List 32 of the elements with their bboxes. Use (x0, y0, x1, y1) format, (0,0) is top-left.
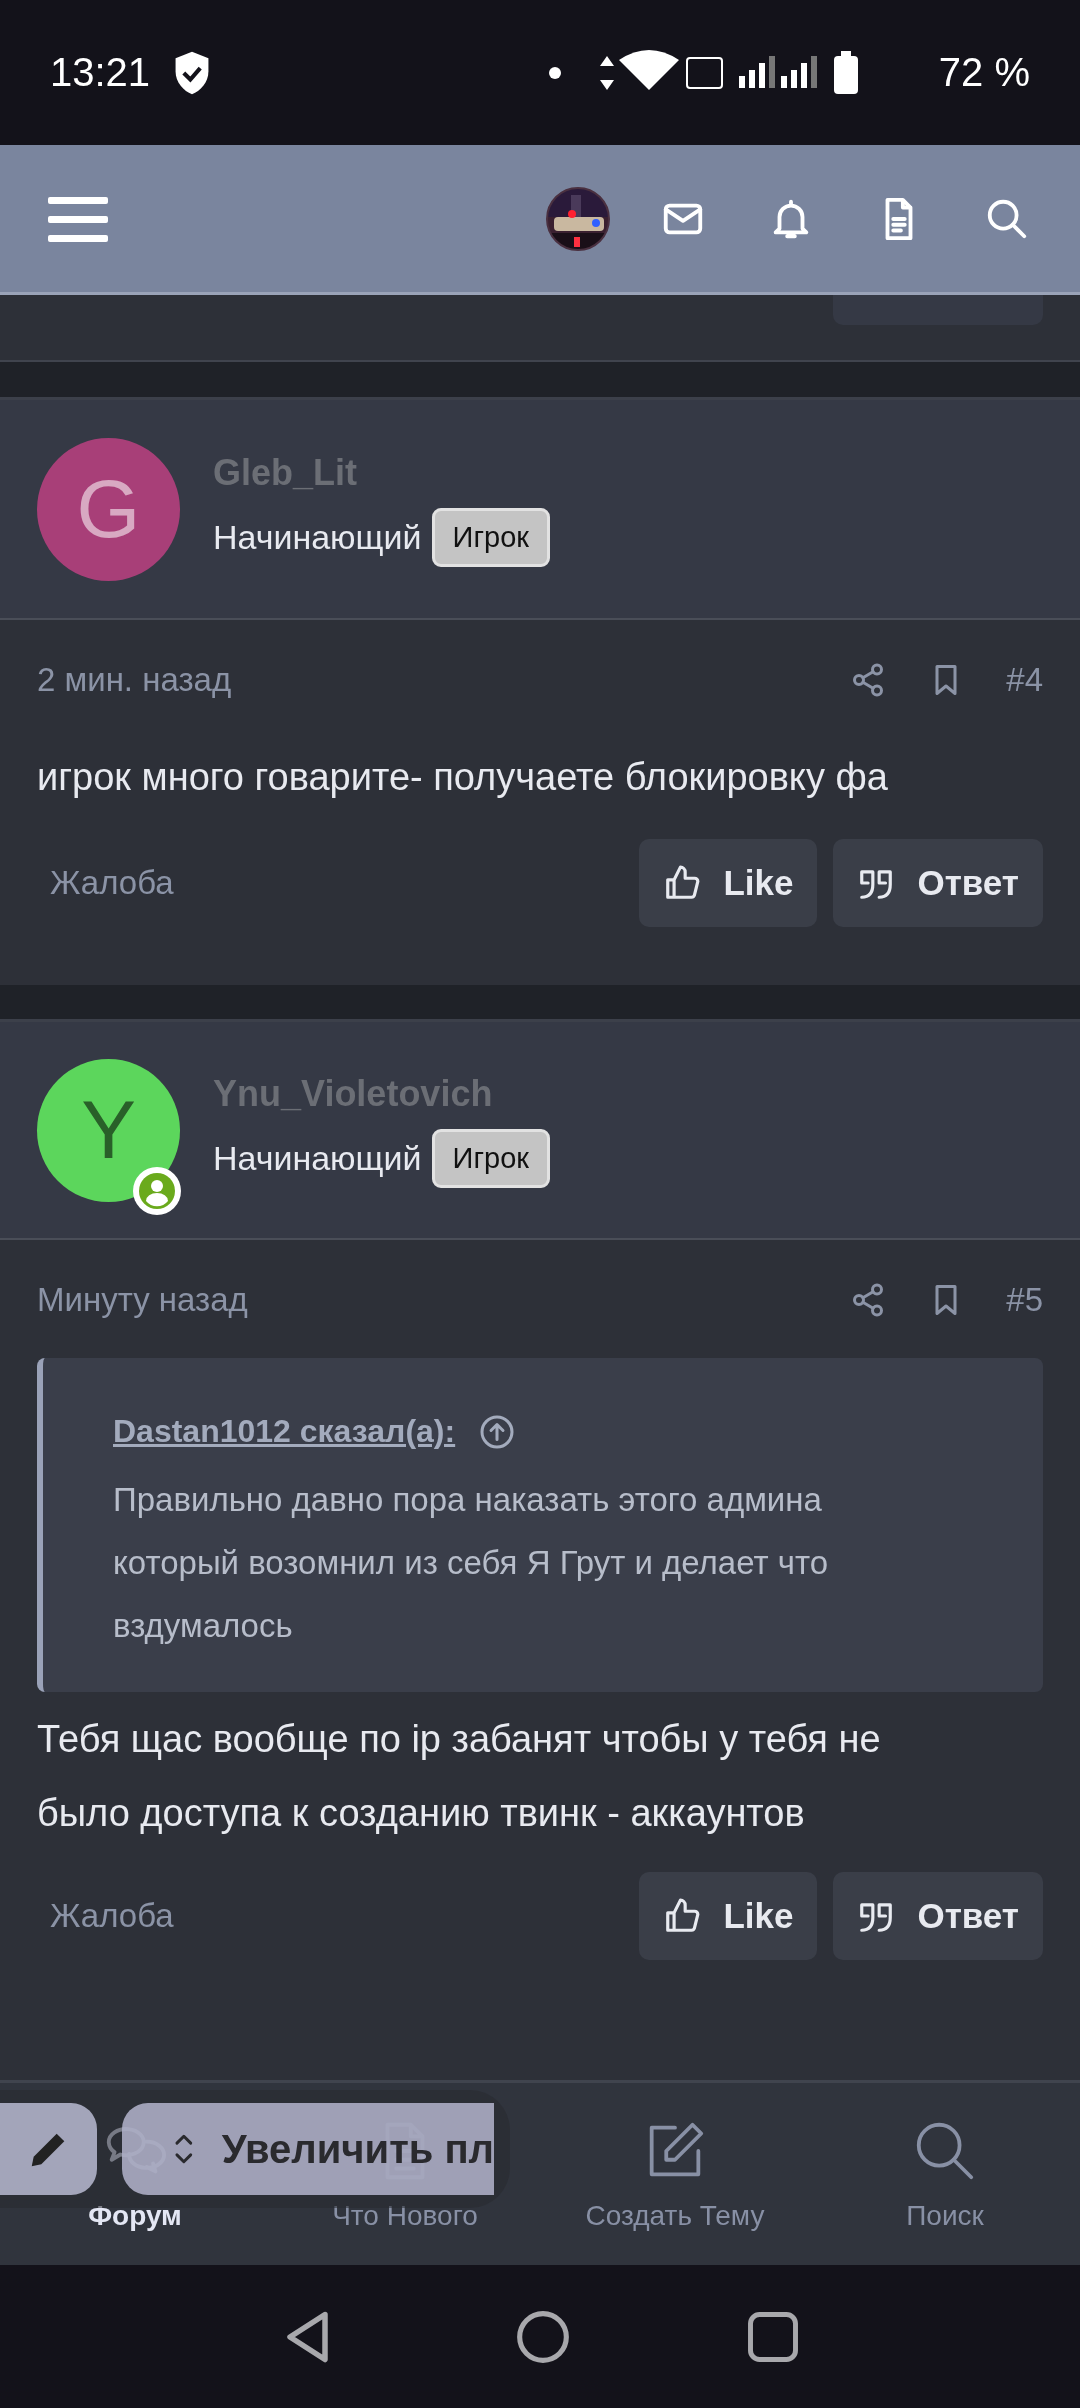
zoom-label: Увеличить пл (221, 2126, 494, 2172)
arrow-up-circle-icon[interactable] (479, 1413, 516, 1450)
reply-button[interactable]: Ответ (833, 839, 1043, 927)
thumbs-up-icon (663, 1897, 702, 1935)
pencil-button[interactable] (0, 2103, 97, 2195)
battery-percentage: 72 % (938, 50, 1030, 95)
reply-button[interactable]: Ответ (833, 1872, 1043, 1960)
user-avatar[interactable]: G (37, 437, 180, 581)
report-link[interactable]: Жалоба (50, 1897, 174, 1935)
report-link[interactable]: Жалоба (50, 864, 174, 902)
zoom-control[interactable]: Увеличить пл (122, 2103, 494, 2195)
nav-tab[interactable]: Создать Тему (540, 2083, 810, 2265)
status-time: 13:21 (50, 50, 151, 95)
quote-text: Правильно давно пора наказать этого админа который возомнил из себя Я Грут и делает что вздумалось (113, 1480, 829, 1646)
user-avatar[interactable]: Y (37, 1058, 180, 1202)
nav-tab[interactable]: Поиск (810, 2083, 1080, 2265)
recents-icon[interactable] (746, 2309, 800, 2364)
like-button[interactable]: Like (639, 1872, 818, 1960)
user-badge: Игрок (431, 507, 550, 567)
post-text: Тебя щас вообще по ip забанят чтобы у тебя не было доступа к созданию твинк - аккаунтов (37, 1717, 882, 1836)
post-time[interactable]: 2 мин. назад (37, 661, 232, 699)
user-badge: Игрок (431, 1128, 550, 1188)
user-rank: Начинающий (213, 1138, 422, 1178)
post-text: игрок много говарите- получаете блокировку фа (37, 755, 889, 800)
post-number[interactable]: #5 (1006, 1281, 1043, 1319)
like-button[interactable]: Like (639, 839, 818, 927)
user-rank: Начинающий (213, 517, 422, 557)
post-time[interactable]: Минуту назад (37, 1281, 248, 1319)
quote-author-link[interactable]: Dastan1012 сказал(а): (113, 1413, 456, 1450)
post-number[interactable]: #4 (1006, 661, 1043, 699)
home-icon[interactable] (515, 2308, 571, 2365)
thumbs-up-icon (663, 864, 702, 902)
